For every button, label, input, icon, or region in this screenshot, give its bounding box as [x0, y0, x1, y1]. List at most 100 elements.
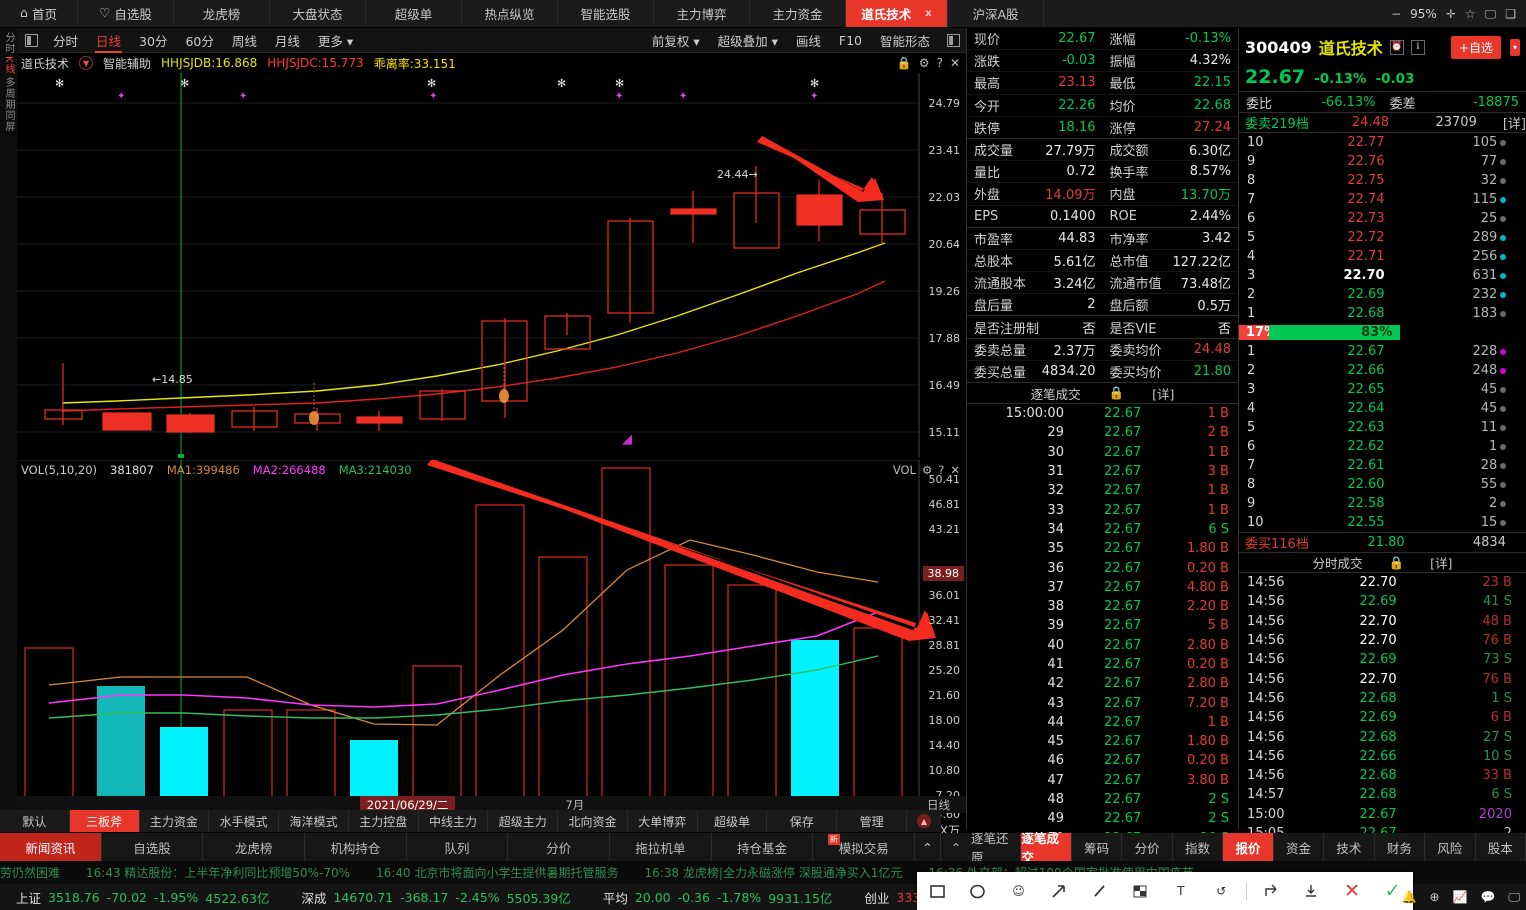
top-tab-2[interactable]: 龙虎榜 [174, 0, 270, 27]
window-icon[interactable]: ❏ [1505, 8, 1516, 20]
chart-tool-3[interactable]: F10 [830, 31, 871, 50]
chart-tool-0[interactable]: 前复权 ▾ [643, 29, 709, 52]
tick-row[interactable]: 41 22.67 0.20 B [967, 655, 1238, 674]
chevron-down-icon[interactable]: ▼ [79, 56, 94, 70]
bid-row[interactable]: 1 22.67 228 [1239, 342, 1526, 361]
top-tab-5[interactable]: 热点纵览 [462, 0, 558, 27]
bid-row[interactable]: 10 22.55 15 [1239, 513, 1526, 532]
split-panel-icon[interactable] [25, 33, 38, 47]
tick-row[interactable]: 15:00:00 22.67 1 B [967, 404, 1238, 423]
ask-row[interactable]: 8 22.75 32 [1239, 171, 1526, 190]
tick-row[interactable]: 40 22.67 2.80 B [967, 636, 1238, 655]
right-tab-6[interactable]: 资金 [1274, 833, 1325, 861]
bid-row[interactable]: 6 22.62 1 [1239, 437, 1526, 456]
intraday-row[interactable]: 14:56 22.70 76 B [1239, 631, 1526, 650]
strategy-button-9[interactable]: 大单博弈 [628, 810, 698, 832]
intraday-row[interactable]: 14:56 22.68 1 S [1239, 689, 1526, 708]
tick-row[interactable]: 38 22.67 2.20 B [967, 597, 1238, 616]
news-item-2[interactable]: 16:40 北京市将面向小学生提供暑期托管服务 [376, 864, 618, 881]
period-button-6[interactable]: 更多 ▾ [309, 29, 362, 52]
top-tab-0[interactable]: ⌂ 首页 [0, 0, 78, 27]
info-tab-6[interactable]: 拖拉机单 [610, 833, 712, 861]
ask-row[interactable]: 5 22.72 289 [1239, 228, 1526, 247]
target-icon[interactable]: ⊕ [1429, 890, 1439, 904]
strategy-button-7[interactable]: 超级主力 [488, 810, 559, 832]
gear-icon[interactable]: ⚙ [919, 56, 930, 70]
layout-toggle-icon[interactable] [947, 33, 960, 47]
share-icon[interactable] [1251, 872, 1292, 910]
strategy-button-10[interactable]: 超级单 [698, 810, 768, 832]
intraday-row[interactable]: 14:56 22.69 6 B [1239, 708, 1526, 727]
tick-row[interactable]: 42 22.67 2.80 B [967, 674, 1238, 693]
tick-row[interactable]: 43 22.67 7.20 B [967, 693, 1238, 712]
info-tab-1[interactable]: 自选股 [102, 833, 204, 861]
rail-item-fenshi[interactable]: 分时 [2, 32, 15, 54]
right-tab-2[interactable]: 筹码 [1072, 833, 1123, 861]
ask-row[interactable]: 10 22.77 105 [1239, 133, 1526, 152]
top-tab-4[interactable]: 超级单 [366, 0, 462, 27]
intraday-row[interactable]: 14:56 22.70 76 B [1239, 669, 1526, 688]
bid-row[interactable]: 9 22.58 2 [1239, 494, 1526, 513]
arrow-icon[interactable] [1039, 872, 1080, 910]
smiley-icon[interactable]: ☺ [998, 872, 1039, 910]
bell-icon[interactable]: 🔔 [1402, 890, 1417, 904]
right-tab-0[interactable]: 逐笔还原 [971, 831, 1022, 865]
chevron-down-icon[interactable]: ▾ [1509, 38, 1520, 56]
top-tab-1[interactable]: ♡ 自选股 [78, 0, 174, 27]
volume-chart[interactable]: 50.41 46.81 43.21 38.98 36.01 32.41 28.8… [17, 460, 966, 838]
period-button-5[interactable]: 月线 [266, 29, 309, 52]
smart-assist-label[interactable]: 智能辅助 [103, 55, 151, 72]
right-tab-10[interactable]: 股本 [1476, 833, 1526, 861]
chevron-up-icon[interactable]: ⌃ [941, 833, 971, 861]
intraday-row[interactable]: 14:56 22.69 73 S [1239, 650, 1526, 669]
close-icon[interactable]: x [925, 8, 931, 19]
info-tab-5[interactable]: 分价 [508, 833, 611, 861]
intraday-row[interactable]: 15:00 22.67 2020 [1239, 805, 1526, 824]
chart-icon[interactable]: 📈 [1453, 890, 1468, 904]
news-item-1[interactable]: 16:43 精达股份：上半年净利同比预增50%-70% [86, 864, 350, 881]
right-tab-1[interactable]: 逐笔成交 [1021, 831, 1072, 865]
tick-row[interactable]: 29 22.67 2 B [967, 423, 1238, 442]
period-button-4[interactable]: 周线 [223, 29, 266, 52]
lock-icon[interactable]: 🔒 [1389, 555, 1405, 571]
tick-rows[interactable]: 15:00:00 22.67 1 B 29 22.67 2 B 30 22.67 1 B 31 22… [967, 404, 1238, 848]
bid-row[interactable]: 3 22.65 45 [1239, 380, 1526, 399]
top-tab-8[interactable]: 主力资金 [750, 0, 846, 27]
chart-tool-2[interactable]: 画线 [787, 29, 830, 52]
tick-row[interactable]: 36 22.67 0.20 B [967, 558, 1238, 577]
index-group-0[interactable]: 上证 3518.76 -70.02 -1.95% 4522.63亿 [0, 888, 285, 907]
ask-detail-link[interactable]: [详] [1503, 113, 1526, 132]
strategy-button-0[interactable]: 默认 [0, 810, 70, 832]
intraday-row[interactable]: 14:56 22.69 41 S [1239, 592, 1526, 611]
top-tab-10[interactable]: 沪深A股 [948, 0, 1044, 27]
intraday-detail-link[interactable]: [详] [1430, 553, 1452, 572]
help-icon[interactable]: ? [938, 463, 944, 477]
tick-row[interactable]: 49 22.67 2 S [967, 809, 1238, 828]
close-icon[interactable]: ✕ [950, 463, 960, 477]
strategy-button-12[interactable]: 管理 [837, 810, 907, 832]
tick-row[interactable]: 32 22.67 1 B [967, 481, 1238, 500]
strategy-button-8[interactable]: 北向资金 [558, 810, 628, 832]
bid-row[interactable]: 4 22.64 45 [1239, 399, 1526, 418]
top-tab-7[interactable]: 主力博弈 [654, 0, 750, 27]
strategy-button-4[interactable]: 海洋模式 [279, 810, 349, 832]
intraday-row[interactable]: 14:56 22.68 33 B [1239, 766, 1526, 785]
tick-row[interactable]: 34 22.67 6 S [967, 520, 1238, 539]
ask-row[interactable]: 6 22.73 25 [1239, 209, 1526, 228]
ask-row[interactable]: 1 22.68 183 [1239, 304, 1526, 323]
cancel-icon[interactable]: ✕ [1332, 872, 1373, 910]
right-tab-5[interactable]: 报价 [1223, 833, 1274, 861]
tick-row[interactable]: 35 22.67 1.80 B [967, 539, 1238, 558]
chat-icon[interactable]: 💬 [1480, 890, 1495, 904]
tick-row[interactable]: 48 22.67 2 S [967, 790, 1238, 809]
ask-row[interactable]: 4 22.71 256 [1239, 247, 1526, 266]
close-icon[interactable]: ✕ [950, 56, 960, 70]
right-tab-3[interactable]: 分价 [1122, 833, 1173, 861]
ask-row[interactable]: 7 22.74 115 [1239, 190, 1526, 209]
gear-icon[interactable]: ⚙ [922, 463, 932, 477]
info-tab-7[interactable]: 持仓基金 [712, 833, 814, 861]
tick-row[interactable]: 33 22.67 1 B [967, 500, 1238, 519]
info-tab-0[interactable]: 新闻资讯 [0, 833, 102, 861]
period-button-1[interactable]: 日线 [87, 29, 130, 53]
top-tab-3[interactable]: 大盘状态 [270, 0, 366, 27]
